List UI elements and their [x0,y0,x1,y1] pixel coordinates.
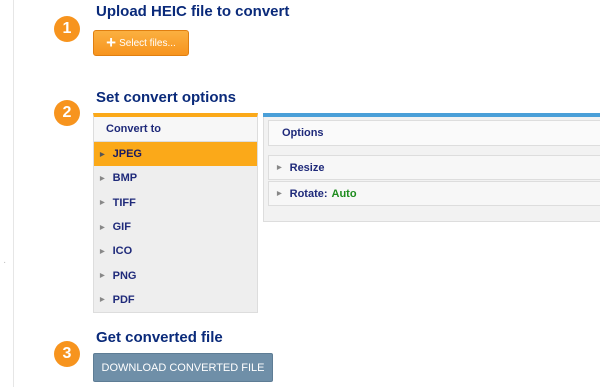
format-option-ico[interactable]: ▶ ICO [94,239,257,263]
select-files-label: Select files... [119,37,176,49]
format-label: TIFF [112,196,136,209]
rotate-label: Rotate: [289,187,328,200]
select-files-button[interactable]: + Select files... [93,30,189,56]
options-header: Options [268,120,600,146]
plus-icon: + [106,32,117,52]
download-converted-file-button[interactable]: DOWNLOAD CONVERTED FILE [93,353,273,382]
format-option-gif[interactable]: ▶ GIF [94,215,257,239]
triangle-right-icon: ▶ [100,297,105,304]
triangle-right-icon: ▶ [100,151,105,158]
convert-to-header: Convert to [94,117,257,142]
format-option-jpeg[interactable]: ▶ JPEG [94,142,257,167]
triangle-right-icon: ▶ [100,248,105,255]
format-option-png[interactable]: ▶ PNG [94,263,257,287]
format-option-bmp[interactable]: ▶ BMP [94,166,257,190]
format-label: JPEG [112,148,142,161]
resize-label: Resize [289,161,325,174]
format-option-tiff[interactable]: ▶ TIFF [94,191,257,215]
resize-option[interactable]: ▶ Resize [268,155,600,180]
step-1-title: Upload HEIC file to convert [96,3,290,20]
left-divider [13,0,14,387]
format-label: PDF [112,293,135,306]
format-label: BMP [112,172,138,185]
format-label: ICO [112,245,133,258]
step-3-badge: 3 [54,341,80,367]
step-1-badge: 1 [54,16,80,42]
triangle-right-icon: ▶ [277,165,282,171]
left-marker: · [3,257,7,268]
step-3-title: Get converted file [96,329,223,346]
step-2-badge: 2 [54,100,80,126]
step-2-title: Set convert options [96,89,237,106]
triangle-right-icon: ▶ [277,191,282,197]
triangle-right-icon: ▶ [100,175,105,182]
rotate-value: Auto [331,187,357,200]
options-panel: Options ▶ Resize ▶ Rotate: Auto [263,117,600,222]
triangle-right-icon: ▶ [100,273,105,280]
format-option-pdf[interactable]: ▶ PDF [94,288,257,312]
format-label: GIF [112,221,131,234]
triangle-right-icon: ▶ [100,224,105,231]
rotate-option[interactable]: ▶ Rotate: Auto [268,181,600,206]
convert-to-panel: Convert to ▶ JPEG ▶ BMP ▶ TIFF ▶ GIF ▶ I… [93,113,258,313]
triangle-right-icon: ▶ [100,200,105,207]
format-label: PNG [112,269,137,282]
